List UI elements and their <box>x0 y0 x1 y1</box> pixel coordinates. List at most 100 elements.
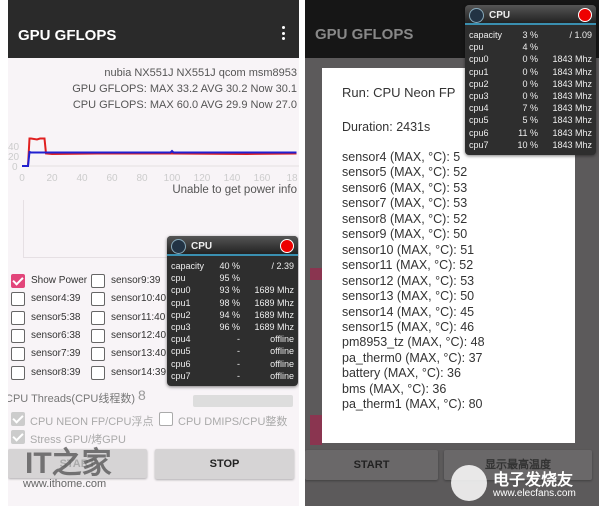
neon-checkbox[interactable] <box>11 412 25 426</box>
checkbox-label: sensor8:39 <box>31 366 81 378</box>
sensor-max-line: sensor8 (MAX, °C): 52 <box>342 211 468 226</box>
cpu-row-usage: 0 % <box>522 90 538 101</box>
sensor-max-line: sensor15 (MAX, °C): 46 <box>342 319 475 334</box>
sensor-checkbox[interactable] <box>11 365 25 380</box>
sensor-max-line: sensor10 (MAX, °C): 51 <box>342 242 475 257</box>
sensor-max-line: sensor11 (MAX, °C): 52 <box>342 258 474 273</box>
checkbox-label: sensor10:40 <box>111 293 167 305</box>
sensor-checkbox[interactable] <box>11 347 25 362</box>
cpu-row-usage: 93 % <box>219 285 240 296</box>
cpu-row: cpu0 0 % 1843 Mhz <box>465 53 596 65</box>
cpu-monitor-icon <box>469 8 484 23</box>
sensor-max-line: sensor4 (MAX, °C): 5 <box>342 150 461 164</box>
cpu-row-freq: 1843 Mhz <box>552 66 592 77</box>
neon-label: CPU NEON FP/CPU浮点 <box>30 416 154 428</box>
sensor-checkbox[interactable] <box>91 292 105 307</box>
cpu-row-name: cpu <box>469 42 484 53</box>
cpu-row: cpu7 10 % 1843 Mhz <box>465 139 596 151</box>
cpu-overlay[interactable]: CPU capacity 3 % / 1.09 cpu 4 % cpu0 0 % 1843 Mh… <box>465 5 596 155</box>
cpu-row-name: cpu0 <box>171 285 191 296</box>
cpu-row-freq: 1843 Mhz <box>552 139 592 150</box>
sensor-checkbox[interactable] <box>91 347 105 362</box>
cpu-row-freq: 1843 Mhz <box>552 103 592 114</box>
cpu-row: cpu1 0 % 1843 Mhz <box>465 66 596 78</box>
cpu-row-name: cpu0 <box>469 54 489 65</box>
cpu-row-freq: 1689 Mhz <box>254 285 294 296</box>
sensor-checkbox[interactable] <box>91 310 105 325</box>
cpu-row-name: cpu5 <box>469 115 489 126</box>
sensor-checkbox[interactable] <box>11 292 25 307</box>
app-title: GPU GFLOPS <box>18 27 117 44</box>
cpu-row-usage: 94 % <box>219 309 240 320</box>
x-tick-label: 40 <box>76 173 88 184</box>
checkbox-label: sensor11:40 <box>111 311 166 323</box>
cpu-row-usage: 3 % <box>522 30 538 40</box>
cpu-row: cpu5 - offline <box>167 345 298 357</box>
close-icon[interactable] <box>280 239 294 253</box>
threads-value[interactable]: 8 <box>138 387 146 403</box>
ithome-watermark: IT之家 <box>25 447 112 480</box>
cpu-row-freq: 1843 Mhz <box>552 90 592 101</box>
cpu-overlay[interactable]: CPU capacity 40 % / 2.39 cpu 95 % cpu0 93 % 1689… <box>167 236 298 386</box>
cpu-row-freq: 1689 Mhz <box>254 297 294 308</box>
sensor-checkbox[interactable] <box>11 328 25 343</box>
cpu-row-usage: - <box>237 346 240 357</box>
cpu-row: cpu6 - offline <box>167 358 298 370</box>
cpu-row-freq: 1843 Mhz <box>552 115 592 126</box>
cpu-row: cpu2 94 % 1689 Mhz <box>167 309 298 321</box>
x-tick-label: 160 <box>254 173 271 184</box>
x-tick-label: 120 <box>194 173 211 184</box>
start-button[interactable]: START <box>305 450 438 480</box>
cpu-overlay-title: CPU <box>489 10 511 21</box>
app-bar: GPU GFLOPS <box>8 0 299 58</box>
gflops-chart: 020400 20 40 60 80 100 120 140 160 18 <box>8 137 299 184</box>
cpu-row-usage: 7 % <box>522 103 538 114</box>
overflow-menu-icon[interactable] <box>281 26 285 40</box>
sensor-max-line: sensor9 (MAX, °C): 50 <box>342 227 468 242</box>
cpu-row-name: cpu7 <box>171 370 191 381</box>
cpu-row-freq: 1843 Mhz <box>552 54 592 65</box>
sensor-checkbox[interactable] <box>91 365 105 380</box>
left-screen: GPU GFLOPS nubia NX551J NX551J qcom msm8… <box>8 0 299 506</box>
checkbox-label: sensor13:40 <box>111 348 167 360</box>
cpu-row-freq: offline <box>270 370 294 381</box>
stop-button[interactable]: STOP <box>155 449 294 479</box>
cpu-row-name: capacity <box>469 30 503 40</box>
stress-gpu-checkbox[interactable] <box>11 430 25 444</box>
checkbox-label: sensor6:38 <box>31 329 81 341</box>
checkbox-label: sensor9:39 <box>111 275 161 286</box>
cpu-row: cpu3 96 % 1689 Mhz <box>167 321 298 333</box>
cpu-overlay-title: CPU <box>191 241 213 252</box>
sensor-max-line: sensor6 (MAX, °C): 53 <box>342 180 468 195</box>
bg-checkbox <box>310 415 322 445</box>
cpu-row-usage: 98 % <box>219 297 240 308</box>
sensor-checkbox[interactable] <box>91 274 105 288</box>
cpu-row-name: cpu5 <box>171 346 191 357</box>
cpu-row: cpu0 93 % 1689 Mhz <box>167 284 298 296</box>
x-tick-label: 80 <box>136 173 148 184</box>
cpu-row-usage: 0 % <box>522 66 538 77</box>
cpu-row: cpu 4 % <box>465 41 596 53</box>
checkbox-label: sensor7:39 <box>31 348 81 360</box>
cpu-row: cpu 95 % <box>167 272 298 284</box>
cpu-row-name: cpu3 <box>469 90 489 101</box>
cpu-row-name: cpu2 <box>171 309 191 320</box>
sensor-checkbox[interactable] <box>11 274 25 288</box>
x-tick-label: 100 <box>164 173 181 184</box>
dmips-checkbox[interactable] <box>159 412 173 426</box>
threads-label: CPU Threads(CPU线程数) <box>8 393 135 405</box>
cpu-overlay-header[interactable]: CPU <box>167 236 298 256</box>
sensor-checkbox[interactable] <box>91 328 105 343</box>
cpu-row-name: cpu3 <box>171 321 191 332</box>
sensor-checkbox[interactable] <box>11 310 25 325</box>
cpu-overlay-header[interactable]: CPU <box>465 5 596 25</box>
cpu-row-usage: 40 % <box>219 261 240 271</box>
hidden-button[interactable] <box>193 395 293 407</box>
sensor-max-line: sensor12 (MAX, °C): 53 <box>342 273 475 288</box>
close-icon[interactable] <box>578 8 592 22</box>
sensor-max-line: sensor7 (MAX, °C): 53 <box>342 196 468 211</box>
power-info: Unable to get power info <box>172 184 297 196</box>
cpu-row-usage: 0 % <box>522 54 538 65</box>
sensor-max-line: battery (MAX, °C): 36 <box>342 366 461 381</box>
cpu-row-usage: 11 % <box>518 127 538 138</box>
